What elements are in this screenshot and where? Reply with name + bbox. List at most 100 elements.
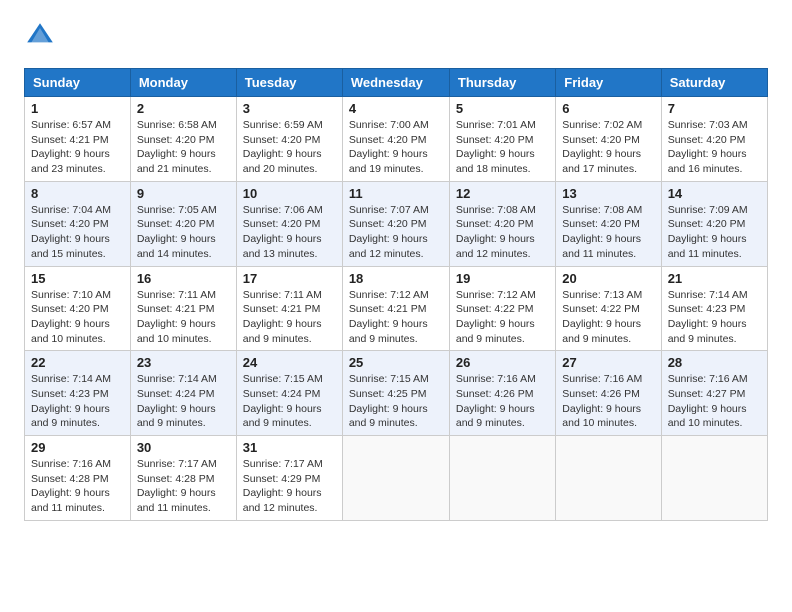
col-header-sunday: Sunday xyxy=(25,69,131,97)
col-header-thursday: Thursday xyxy=(449,69,555,97)
col-header-tuesday: Tuesday xyxy=(236,69,342,97)
calendar-cell: 20 Sunrise: 7:13 AMSunset: 4:22 PMDayligh… xyxy=(556,266,661,351)
day-info: Sunrise: 7:16 AMSunset: 4:26 PMDaylight:… xyxy=(456,372,549,431)
calendar-cell: 19 Sunrise: 7:12 AMSunset: 4:22 PMDayligh… xyxy=(449,266,555,351)
calendar-cell: 14Sunrise: 7:09 AMSunset: 4:20 PMDayligh… xyxy=(661,181,767,266)
calendar-cell: 21 Sunrise: 7:14 AMSunset: 4:23 PMDayligh… xyxy=(661,266,767,351)
calendar-cell: 25 Sunrise: 7:15 AMSunset: 4:25 PMDayligh… xyxy=(342,351,449,436)
calendar-week-1: 1Sunrise: 6:57 AMSunset: 4:21 PMDaylight… xyxy=(25,97,768,182)
day-number: 8 xyxy=(31,186,124,201)
day-number: 31 xyxy=(243,440,336,455)
day-number: 3 xyxy=(243,101,336,116)
calendar-week-3: 15 Sunrise: 7:10 AMSunset: 4:20 PMDayligh… xyxy=(25,266,768,351)
logo xyxy=(24,20,60,52)
calendar-cell xyxy=(661,436,767,521)
day-info: Sunrise: 6:58 AMSunset: 4:20 PMDaylight:… xyxy=(137,118,230,177)
day-info: Sunrise: 7:08 AMSunset: 4:20 PMDaylight:… xyxy=(562,203,654,262)
calendar-cell: 28 Sunrise: 7:16 AMSunset: 4:27 PMDayligh… xyxy=(661,351,767,436)
col-header-friday: Friday xyxy=(556,69,661,97)
calendar-cell: 10Sunrise: 7:06 AMSunset: 4:20 PMDayligh… xyxy=(236,181,342,266)
calendar-week-5: 29 Sunrise: 7:16 AMSunset: 4:28 PMDayligh… xyxy=(25,436,768,521)
calendar-cell: 22Sunrise: 7:14 AMSunset: 4:23 PMDayligh… xyxy=(25,351,131,436)
day-info: Sunrise: 7:07 AMSunset: 4:20 PMDaylight:… xyxy=(349,203,443,262)
day-info: Sunrise: 7:12 AMSunset: 4:22 PMDaylight:… xyxy=(456,288,549,347)
day-info: Sunrise: 7:16 AMSunset: 4:28 PMDaylight:… xyxy=(31,457,124,516)
day-info: Sunrise: 7:15 AMSunset: 4:24 PMDaylight:… xyxy=(243,372,336,431)
day-info: Sunrise: 7:11 AMSunset: 4:21 PMDaylight:… xyxy=(243,288,336,347)
day-info: Sunrise: 7:03 AMSunset: 4:20 PMDaylight:… xyxy=(668,118,761,177)
day-number: 6 xyxy=(562,101,654,116)
day-info: Sunrise: 7:16 AMSunset: 4:26 PMDaylight:… xyxy=(562,372,654,431)
day-info: Sunrise: 7:15 AMSunset: 4:25 PMDaylight:… xyxy=(349,372,443,431)
calendar: SundayMondayTuesdayWednesdayThursdayFrid… xyxy=(24,68,768,521)
calendar-cell: 2Sunrise: 6:58 AMSunset: 4:20 PMDaylight… xyxy=(130,97,236,182)
day-number: 27 xyxy=(562,355,654,370)
day-number: 15 xyxy=(31,271,124,286)
day-info: Sunrise: 7:17 AMSunset: 4:29 PMDaylight:… xyxy=(243,457,336,516)
calendar-cell: 3 Sunrise: 6:59 AMSunset: 4:20 PMDaylight… xyxy=(236,97,342,182)
calendar-week-4: 22Sunrise: 7:14 AMSunset: 4:23 PMDayligh… xyxy=(25,351,768,436)
day-number: 28 xyxy=(668,355,761,370)
calendar-cell xyxy=(449,436,555,521)
calendar-cell: 17 Sunrise: 7:11 AMSunset: 4:21 PMDayligh… xyxy=(236,266,342,351)
day-number: 5 xyxy=(456,101,549,116)
day-info: Sunrise: 7:16 AMSunset: 4:27 PMDaylight:… xyxy=(668,372,761,431)
day-info: Sunrise: 7:00 AMSunset: 4:20 PMDaylight:… xyxy=(349,118,443,177)
day-number: 10 xyxy=(243,186,336,201)
day-info: Sunrise: 7:01 AMSunset: 4:20 PMDaylight:… xyxy=(456,118,549,177)
day-info: Sunrise: 7:14 AMSunset: 4:23 PMDaylight:… xyxy=(668,288,761,347)
calendar-cell: 4 Sunrise: 7:00 AMSunset: 4:20 PMDaylight… xyxy=(342,97,449,182)
calendar-cell: 12Sunrise: 7:08 AMSunset: 4:20 PMDayligh… xyxy=(449,181,555,266)
calendar-header-row: SundayMondayTuesdayWednesdayThursdayFrid… xyxy=(25,69,768,97)
calendar-cell: 8 Sunrise: 7:04 AMSunset: 4:20 PMDaylight… xyxy=(25,181,131,266)
calendar-cell: 5 Sunrise: 7:01 AMSunset: 4:20 PMDaylight… xyxy=(449,97,555,182)
calendar-cell: 7Sunrise: 7:03 AMSunset: 4:20 PMDaylight… xyxy=(661,97,767,182)
day-info: Sunrise: 7:13 AMSunset: 4:22 PMDaylight:… xyxy=(562,288,654,347)
day-number: 20 xyxy=(562,271,654,286)
day-info: Sunrise: 7:12 AMSunset: 4:21 PMDaylight:… xyxy=(349,288,443,347)
calendar-cell: 26 Sunrise: 7:16 AMSunset: 4:26 PMDayligh… xyxy=(449,351,555,436)
day-number: 19 xyxy=(456,271,549,286)
day-number: 1 xyxy=(31,101,124,116)
day-info: Sunrise: 7:05 AMSunset: 4:20 PMDaylight:… xyxy=(137,203,230,262)
calendar-cell: 27 Sunrise: 7:16 AMSunset: 4:26 PMDayligh… xyxy=(556,351,661,436)
calendar-cell: 15 Sunrise: 7:10 AMSunset: 4:20 PMDayligh… xyxy=(25,266,131,351)
calendar-week-2: 8 Sunrise: 7:04 AMSunset: 4:20 PMDaylight… xyxy=(25,181,768,266)
day-number: 29 xyxy=(31,440,124,455)
day-number: 24 xyxy=(243,355,336,370)
calendar-cell: 18 Sunrise: 7:12 AMSunset: 4:21 PMDayligh… xyxy=(342,266,449,351)
col-header-wednesday: Wednesday xyxy=(342,69,449,97)
day-number: 18 xyxy=(349,271,443,286)
calendar-cell xyxy=(556,436,661,521)
day-number: 21 xyxy=(668,271,761,286)
calendar-cell: 30Sunrise: 7:17 AMSunset: 4:28 PMDayligh… xyxy=(130,436,236,521)
day-number: 26 xyxy=(456,355,549,370)
calendar-body: 1Sunrise: 6:57 AMSunset: 4:21 PMDaylight… xyxy=(25,97,768,521)
col-header-saturday: Saturday xyxy=(661,69,767,97)
day-number: 4 xyxy=(349,101,443,116)
day-number: 16 xyxy=(137,271,230,286)
day-number: 11 xyxy=(349,186,443,201)
calendar-cell: 29 Sunrise: 7:16 AMSunset: 4:28 PMDayligh… xyxy=(25,436,131,521)
day-number: 25 xyxy=(349,355,443,370)
day-info: Sunrise: 7:04 AMSunset: 4:20 PMDaylight:… xyxy=(31,203,124,262)
calendar-cell: 11 Sunrise: 7:07 AMSunset: 4:20 PMDayligh… xyxy=(342,181,449,266)
logo-icon xyxy=(24,20,56,52)
day-info: Sunrise: 7:14 AMSunset: 4:24 PMDaylight:… xyxy=(137,372,230,431)
day-info: Sunrise: 7:08 AMSunset: 4:20 PMDaylight:… xyxy=(456,203,549,262)
day-number: 22 xyxy=(31,355,124,370)
day-info: Sunrise: 6:59 AMSunset: 4:20 PMDaylight:… xyxy=(243,118,336,177)
calendar-cell: 6 Sunrise: 7:02 AMSunset: 4:20 PMDaylight… xyxy=(556,97,661,182)
day-info: Sunrise: 7:02 AMSunset: 4:20 PMDaylight:… xyxy=(562,118,654,177)
calendar-cell: 16 Sunrise: 7:11 AMSunset: 4:21 PMDayligh… xyxy=(130,266,236,351)
day-info: Sunrise: 7:11 AMSunset: 4:21 PMDaylight:… xyxy=(137,288,230,347)
day-info: Sunrise: 7:17 AMSunset: 4:28 PMDaylight:… xyxy=(137,457,230,516)
day-number: 13 xyxy=(562,186,654,201)
calendar-cell: 9Sunrise: 7:05 AMSunset: 4:20 PMDaylight… xyxy=(130,181,236,266)
col-header-monday: Monday xyxy=(130,69,236,97)
day-info: Sunrise: 7:10 AMSunset: 4:20 PMDaylight:… xyxy=(31,288,124,347)
calendar-cell: 23Sunrise: 7:14 AMSunset: 4:24 PMDayligh… xyxy=(130,351,236,436)
calendar-cell: 13 Sunrise: 7:08 AMSunset: 4:20 PMDayligh… xyxy=(556,181,661,266)
calendar-cell: 24 Sunrise: 7:15 AMSunset: 4:24 PMDayligh… xyxy=(236,351,342,436)
day-number: 17 xyxy=(243,271,336,286)
